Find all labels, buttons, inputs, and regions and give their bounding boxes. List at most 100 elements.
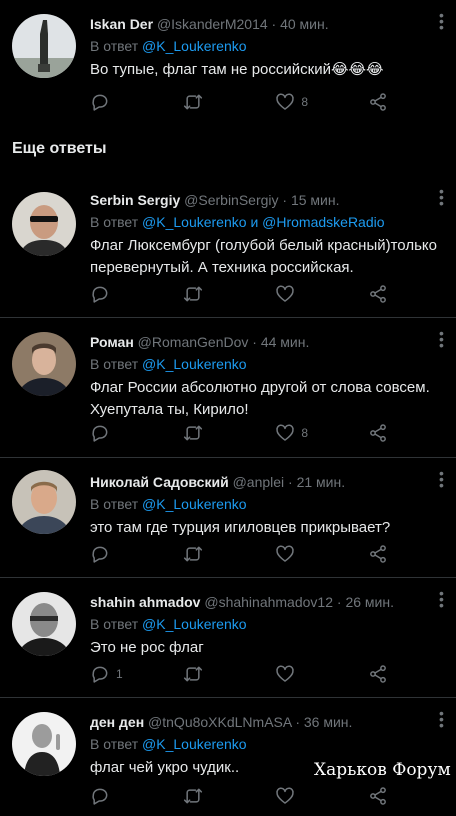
retweet-button[interactable] — [183, 786, 263, 806]
avatar-image — [12, 592, 76, 656]
like-button[interactable]: 8 — [275, 423, 355, 443]
share-button[interactable] — [368, 664, 392, 684]
tweet-text: Во тупые, флаг там не российский😂😂😂 — [90, 61, 384, 78]
more-icon[interactable]: • • • — [438, 586, 444, 612]
mention-link[interactable]: @HromadskeRadio — [262, 214, 384, 230]
retweet-icon — [183, 666, 202, 682]
display-name[interactable]: Serbin Sergiy — [90, 192, 180, 208]
avatar[interactable] — [12, 332, 76, 396]
timestamp[interactable]: · 44 мин. — [252, 334, 309, 350]
user-handle[interactable]: @IskanderM2014 — [157, 16, 268, 32]
display-name[interactable]: ден ден — [90, 714, 144, 730]
share-button[interactable] — [368, 284, 392, 304]
tweet[interactable]: Николай Садовский @anplei · 21 мин. • • • … — [0, 458, 456, 578]
display-name[interactable]: shahin ahmadov — [90, 594, 200, 610]
reply-prefix: В ответ — [90, 214, 139, 230]
mention-link[interactable]: @K_Loukerenko — [142, 616, 247, 632]
tweet-header: Serbin Sergiy @SerbinSergiy · 15 мин. — [90, 192, 426, 208]
heart-icon — [276, 665, 294, 682]
timestamp[interactable]: · 21 мин. — [288, 474, 345, 490]
avatar[interactable] — [12, 192, 76, 256]
display-name[interactable]: Iskan Der — [90, 16, 153, 32]
more-icon[interactable]: • • • — [438, 8, 444, 34]
like-button[interactable]: 8 — [275, 92, 355, 112]
tweet-text: Это не рос флаг — [90, 639, 204, 656]
share-button[interactable] — [368, 786, 392, 806]
share-button[interactable] — [368, 423, 392, 443]
retweet-icon — [183, 94, 202, 110]
retweet-button[interactable] — [183, 92, 263, 112]
user-handle[interactable]: @RomanGenDov — [138, 334, 249, 350]
share-button[interactable] — [368, 544, 392, 564]
display-name[interactable]: Николай Садовский — [90, 474, 229, 490]
reply-prefix: В ответ — [90, 736, 139, 752]
more-icon[interactable]: • • • — [438, 184, 444, 210]
reply-button[interactable] — [90, 92, 170, 112]
reply-count: 1 — [116, 667, 123, 681]
reply-to-line: В ответ @K_Loukerenko — [90, 496, 247, 512]
like-button[interactable] — [275, 786, 355, 806]
retweet-button[interactable] — [183, 544, 263, 564]
retweet-icon — [183, 425, 202, 441]
avatar[interactable] — [12, 592, 76, 656]
tweet-actions: 8 — [90, 90, 392, 114]
display-name[interactable]: Роман — [90, 334, 134, 350]
more-icon[interactable]: • • • — [438, 706, 444, 732]
tweet[interactable]: Iskan Der @IskanderM2014 · 40 мин. • • • В… — [0, 0, 456, 130]
like-button[interactable] — [275, 284, 355, 304]
reply-icon — [92, 425, 108, 442]
share-button[interactable] — [368, 92, 392, 112]
more-icon[interactable]: • • • — [438, 326, 444, 352]
avatar[interactable] — [12, 14, 76, 78]
retweet-button[interactable] — [183, 284, 263, 304]
more-icon[interactable]: • • • — [438, 466, 444, 492]
mention-link[interactable]: @K_Loukerenko — [142, 736, 247, 752]
reply-button[interactable] — [90, 544, 170, 564]
reply-to-line: В ответ @K_Loukerenko — [90, 38, 247, 54]
tweet-header: Iskan Der @IskanderM2014 · 40 мин. — [90, 16, 426, 32]
tweet-header: Роман @RomanGenDov · 44 мин. — [90, 334, 426, 350]
avatar-image — [12, 470, 76, 534]
tweet-header: Николай Садовский @anplei · 21 мин. — [90, 474, 426, 490]
tweet[interactable]: ден ден @tnQu8oXKdLNmASA · 36 мин. • • • В… — [0, 698, 456, 816]
user-handle[interactable]: @SerbinSergiy — [184, 192, 278, 208]
retweet-icon — [183, 546, 202, 562]
reply-to-line: В ответ @K_Loukerenko и @HromadskeRadio — [90, 214, 385, 230]
like-button[interactable] — [275, 544, 355, 564]
share-icon — [370, 93, 386, 111]
reply-prefix: В ответ — [90, 496, 139, 512]
timestamp[interactable]: · 36 мин. — [295, 714, 352, 730]
like-button[interactable] — [275, 664, 355, 684]
avatar-image — [12, 332, 76, 396]
user-handle[interactable]: @tnQu8oXKdLNmASA — [148, 714, 291, 730]
reply-button[interactable] — [90, 786, 170, 806]
tweet[interactable]: Роман @RomanGenDov · 44 мин. • • • В ответ… — [0, 318, 456, 458]
like-count: 8 — [301, 426, 308, 440]
user-handle[interactable]: @shahinahmadov12 — [204, 594, 333, 610]
tweet[interactable]: shahin ahmadov @shahinahmadov12 · 26 мин… — [0, 578, 456, 698]
retweet-button[interactable] — [183, 664, 263, 684]
tweet-text: Флаг России абсолютно другой от слова со… — [90, 379, 430, 418]
timestamp[interactable]: · 26 мин. — [337, 594, 394, 610]
mention-link[interactable]: @K_Loukerenko — [142, 356, 247, 372]
retweet-icon — [183, 286, 202, 302]
reply-button[interactable]: 1 — [90, 664, 170, 684]
mention-link[interactable]: @K_Loukerenko — [142, 496, 247, 512]
tweet-header: ден ден @tnQu8oXKdLNmASA · 36 мин. — [90, 714, 426, 730]
retweet-button[interactable] — [183, 423, 263, 443]
mention-link[interactable]: @K_Loukerenko — [142, 38, 247, 54]
reply-prefix: В ответ — [90, 38, 139, 54]
mention-link[interactable]: @K_Loukerenko — [142, 214, 247, 230]
tweet[interactable]: Serbin Sergiy @SerbinSergiy · 15 мин. • •… — [0, 176, 456, 318]
reply-button[interactable] — [90, 423, 170, 443]
user-handle[interactable]: @anplei — [233, 474, 285, 490]
reply-icon — [92, 546, 108, 563]
reply-to-line: В ответ @K_Loukerenko — [90, 616, 247, 632]
avatar-image — [12, 712, 76, 776]
reply-button[interactable] — [90, 284, 170, 304]
timestamp[interactable]: · 40 мин. — [272, 16, 329, 32]
reply-prefix: В ответ — [90, 356, 139, 372]
avatar[interactable] — [12, 470, 76, 534]
avatar[interactable] — [12, 712, 76, 776]
timestamp[interactable]: · 15 мин. — [282, 192, 339, 208]
